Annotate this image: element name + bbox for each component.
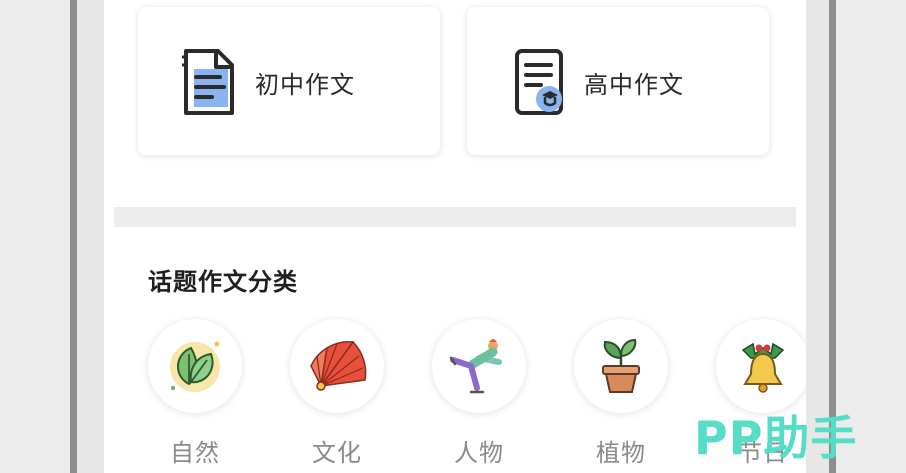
category-circle	[716, 319, 806, 413]
document-lines-icon	[182, 49, 234, 115]
christmas-bell-icon	[741, 342, 785, 393]
watermark-logo: PP助手	[694, 411, 858, 465]
device-bezel-left	[77, 0, 104, 473]
card-label: 初中作文	[255, 71, 355, 99]
category-label: 自然	[170, 439, 220, 467]
card-senior-high-essay[interactable]: 高中作文	[467, 7, 769, 155]
category-circle	[290, 319, 384, 413]
section-title: 话题作文分类	[148, 268, 298, 296]
card-label: 高中作文	[584, 71, 684, 99]
skater-icon	[449, 339, 502, 394]
potted-plant-icon	[602, 338, 640, 393]
category-people[interactable]: 人物	[431, 319, 527, 468]
folding-fan-icon	[310, 340, 367, 391]
category-label: 植物	[596, 439, 646, 467]
device-frame-left	[70, 0, 77, 473]
category-nature[interactable]: 自然	[147, 319, 243, 468]
card-junior-high-essay[interactable]: 初中作文	[138, 7, 440, 155]
category-label: 人物	[454, 439, 504, 467]
section-divider	[114, 207, 796, 227]
category-plants[interactable]: 植物	[573, 319, 669, 468]
category-circle	[432, 319, 526, 413]
document-graduate-icon	[515, 49, 563, 115]
category-circle	[574, 319, 668, 413]
category-label: 文化	[312, 439, 362, 467]
left-backdrop	[0, 0, 74, 473]
category-culture[interactable]: 文化	[289, 319, 385, 468]
category-circle	[148, 319, 242, 413]
leaf-icon	[170, 341, 220, 392]
